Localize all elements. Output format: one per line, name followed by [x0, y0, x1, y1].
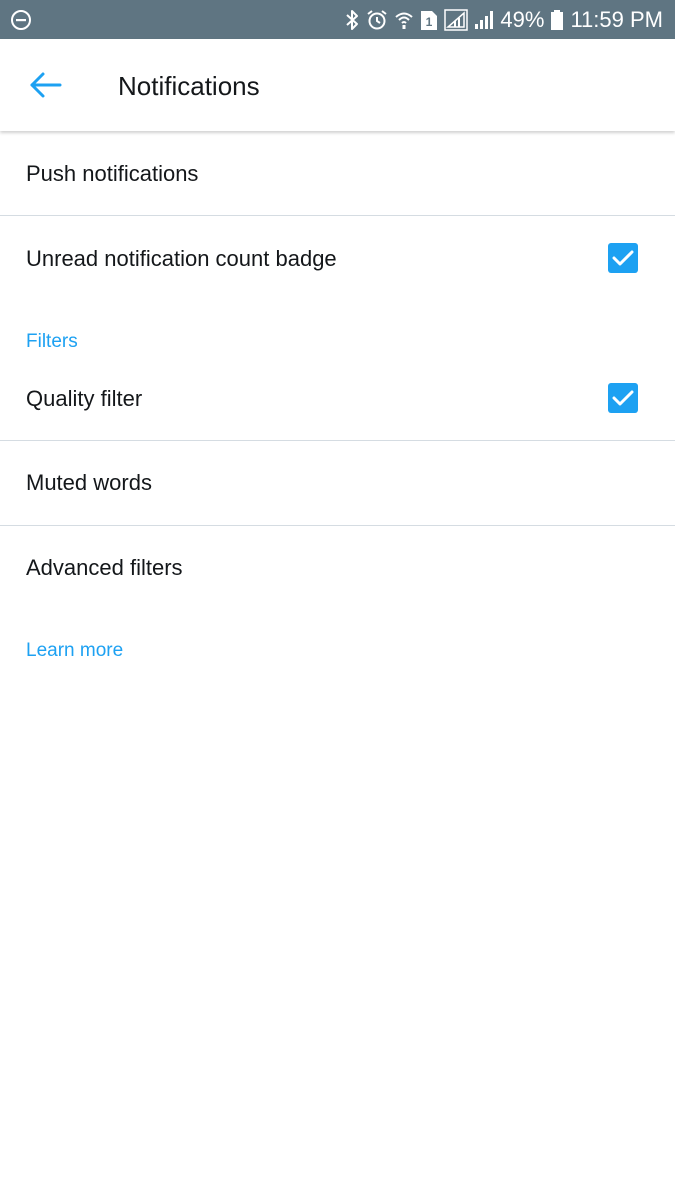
push-notifications-label: Push notifications: [26, 161, 199, 186]
quality-filter-label: Quality filter: [26, 386, 143, 411]
signal-icon: [474, 9, 494, 31]
quality-filter-checkbox[interactable]: [608, 383, 638, 413]
muted-words-item[interactable]: Muted words: [0, 441, 675, 525]
unread-badge-checkbox[interactable]: [608, 243, 638, 273]
alarm-icon: [366, 9, 388, 31]
quality-filter-item[interactable]: Quality filter: [0, 358, 675, 440]
status-bar: 1 49% 11:59 PM: [0, 0, 675, 39]
filters-section-header: Filters: [26, 331, 78, 352]
battery-percent: 49%: [500, 7, 545, 32]
battery-icon: [550, 9, 564, 31]
signal-icon: [444, 8, 469, 31]
wifi-calling-icon: [394, 9, 414, 31]
unread-badge-label: Unread notification count badge: [26, 246, 337, 271]
do-not-disturb-icon: [10, 9, 32, 31]
muted-words-label: Muted words: [26, 470, 152, 495]
status-icons: 1 49% 11:59 PM: [344, 0, 663, 39]
unread-badge-item[interactable]: Unread notification count badge: [0, 216, 675, 302]
page-title: Notifications: [118, 71, 260, 101]
push-notifications-item[interactable]: Push notifications: [0, 133, 675, 215]
checkmark-icon: [612, 390, 634, 406]
bluetooth-icon: [344, 9, 360, 31]
learn-more-link[interactable]: Learn more: [26, 638, 123, 664]
sim-number: 1: [426, 15, 433, 29]
advanced-filters-item[interactable]: Advanced filters: [0, 526, 675, 610]
advanced-filters-label: Advanced filters: [26, 555, 183, 580]
sim-1-icon: 1: [420, 9, 438, 31]
checkmark-icon: [612, 250, 634, 266]
clock: 11:59 PM: [570, 7, 663, 32]
app-bar: Notifications: [0, 39, 675, 131]
arrow-left-icon[interactable]: [28, 69, 64, 101]
